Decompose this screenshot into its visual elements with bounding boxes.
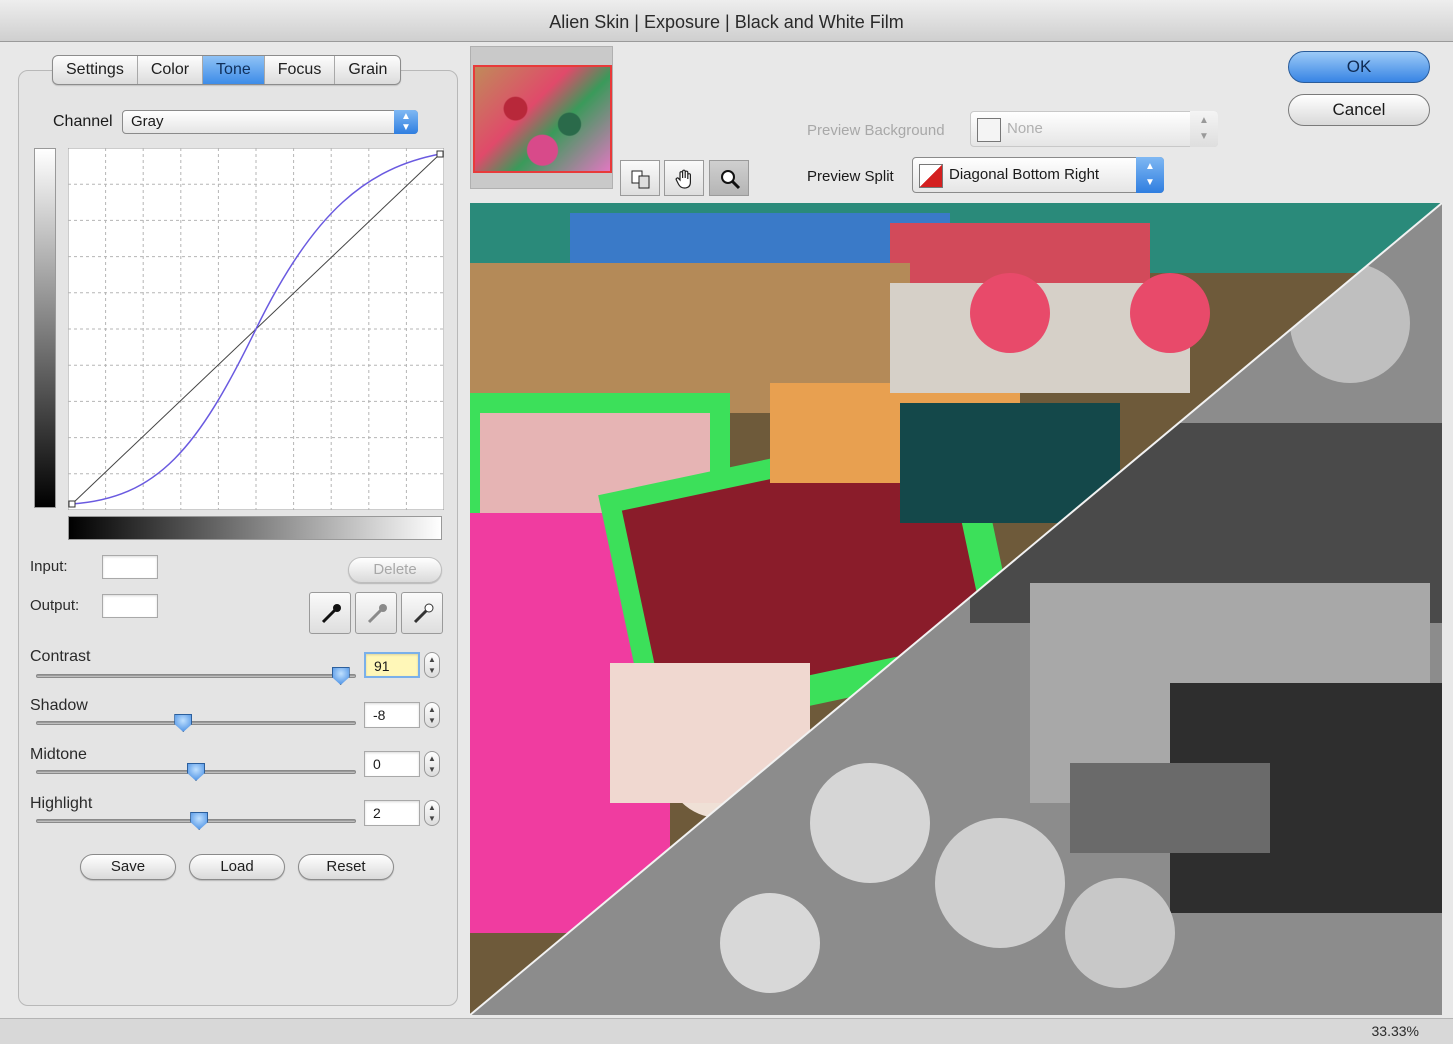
delete-point-button[interactable]: Delete bbox=[348, 557, 442, 583]
contrast-stepper[interactable]: ▲ ▼ bbox=[424, 652, 440, 678]
midtone-stepper[interactable]: ▲ ▼ bbox=[424, 751, 440, 777]
save-button[interactable]: Save bbox=[80, 854, 176, 880]
status-bar: 33.33% bbox=[0, 1018, 1453, 1044]
shadow-slider[interactable] bbox=[36, 714, 356, 732]
reset-button[interactable]: Reset bbox=[298, 854, 394, 880]
midtone-value-field[interactable]: 0 bbox=[364, 751, 420, 777]
preview-background-swatch bbox=[977, 118, 1001, 142]
tab-grain[interactable]: Grain bbox=[335, 56, 400, 84]
midtone-label: Midtone bbox=[30, 746, 87, 763]
highlight-slider[interactable] bbox=[36, 812, 356, 830]
output-gradient-bar bbox=[34, 148, 56, 508]
curve-point-white bbox=[436, 150, 444, 158]
shadow-label: Shadow bbox=[30, 697, 88, 714]
select-stepper-icon: ▲ ▼ bbox=[1136, 157, 1164, 193]
tone-curve-editor bbox=[34, 148, 444, 544]
compare-icon bbox=[631, 170, 650, 189]
white-point-eyedropper[interactable] bbox=[401, 592, 443, 634]
preview-background-value: None bbox=[1007, 120, 1043, 137]
tab-focus[interactable]: Focus bbox=[265, 56, 336, 84]
ok-button[interactable]: OK bbox=[1288, 51, 1430, 83]
black-point-eyedropper-icon bbox=[321, 604, 341, 624]
contrast-value-field[interactable]: 91 bbox=[364, 652, 420, 678]
tab-settings[interactable]: Settings bbox=[53, 56, 138, 84]
highlight-stepper[interactable]: ▲ ▼ bbox=[424, 800, 440, 826]
preview-split-label: Preview Split bbox=[807, 168, 894, 185]
black-point-eyedropper[interactable] bbox=[309, 592, 351, 634]
compare-tool-button[interactable] bbox=[620, 160, 660, 196]
preview-background-label: Preview Background bbox=[807, 122, 945, 139]
select-stepper-icon: ▲ ▼ bbox=[394, 110, 418, 134]
midtone-slider[interactable] bbox=[36, 763, 356, 781]
tab-color[interactable]: Color bbox=[138, 56, 204, 84]
window-title: Alien Skin | Exposure | Black and White … bbox=[0, 0, 1453, 42]
load-button[interactable]: Load bbox=[189, 854, 285, 880]
channel-label: Channel bbox=[53, 113, 113, 130]
hand-icon bbox=[675, 169, 691, 189]
settings-tabs: Settings Color Tone Focus Grain bbox=[52, 55, 402, 85]
navigator-thumbnail-image bbox=[473, 65, 612, 173]
highlight-label: Highlight bbox=[30, 795, 93, 812]
input-field[interactable] bbox=[102, 555, 158, 579]
image-preview[interactable] bbox=[470, 203, 1442, 1015]
contrast-slider[interactable] bbox=[36, 667, 356, 685]
tab-tone[interactable]: Tone bbox=[203, 56, 265, 84]
input-gradient-bar bbox=[68, 516, 442, 540]
navigator-thumbnail[interactable] bbox=[470, 46, 613, 189]
highlight-value-field[interactable]: 2 bbox=[364, 800, 420, 826]
zoom-icon bbox=[721, 170, 741, 190]
output-field[interactable] bbox=[102, 594, 158, 618]
curve-point-black bbox=[68, 500, 76, 508]
preview-image bbox=[470, 203, 1442, 1015]
preview-split-value: Diagonal Bottom Right bbox=[949, 166, 1100, 183]
zoom-tool-button[interactable] bbox=[709, 160, 749, 196]
output-label: Output: bbox=[30, 597, 80, 614]
input-label: Input: bbox=[30, 558, 68, 575]
tone-curve-graph[interactable] bbox=[68, 148, 444, 510]
diagonal-split-icon bbox=[919, 164, 943, 188]
select-stepper-icon: ▲ ▼ bbox=[1190, 111, 1218, 147]
gray-point-eyedropper-icon bbox=[367, 604, 387, 624]
hand-tool-button[interactable] bbox=[664, 160, 704, 196]
zoom-level: 33.33% bbox=[1371, 1023, 1419, 1039]
exposure-dialog: Alien Skin | Exposure | Black and White … bbox=[0, 0, 1453, 1044]
cancel-button[interactable]: Cancel bbox=[1288, 94, 1430, 126]
preview-split-select[interactable]: Diagonal Bottom Right ▲ ▼ bbox=[912, 157, 1164, 193]
white-point-eyedropper-icon bbox=[413, 603, 434, 624]
shadow-stepper[interactable]: ▲ ▼ bbox=[424, 702, 440, 728]
gray-point-eyedropper[interactable] bbox=[355, 592, 397, 634]
channel-select[interactable]: Gray ▲ ▼ bbox=[122, 110, 418, 134]
preview-background-select[interactable]: None ▲ ▼ bbox=[970, 111, 1218, 147]
channel-value: Gray bbox=[131, 113, 164, 130]
contrast-label: Contrast bbox=[30, 648, 91, 665]
shadow-value-field[interactable]: -8 bbox=[364, 702, 420, 728]
